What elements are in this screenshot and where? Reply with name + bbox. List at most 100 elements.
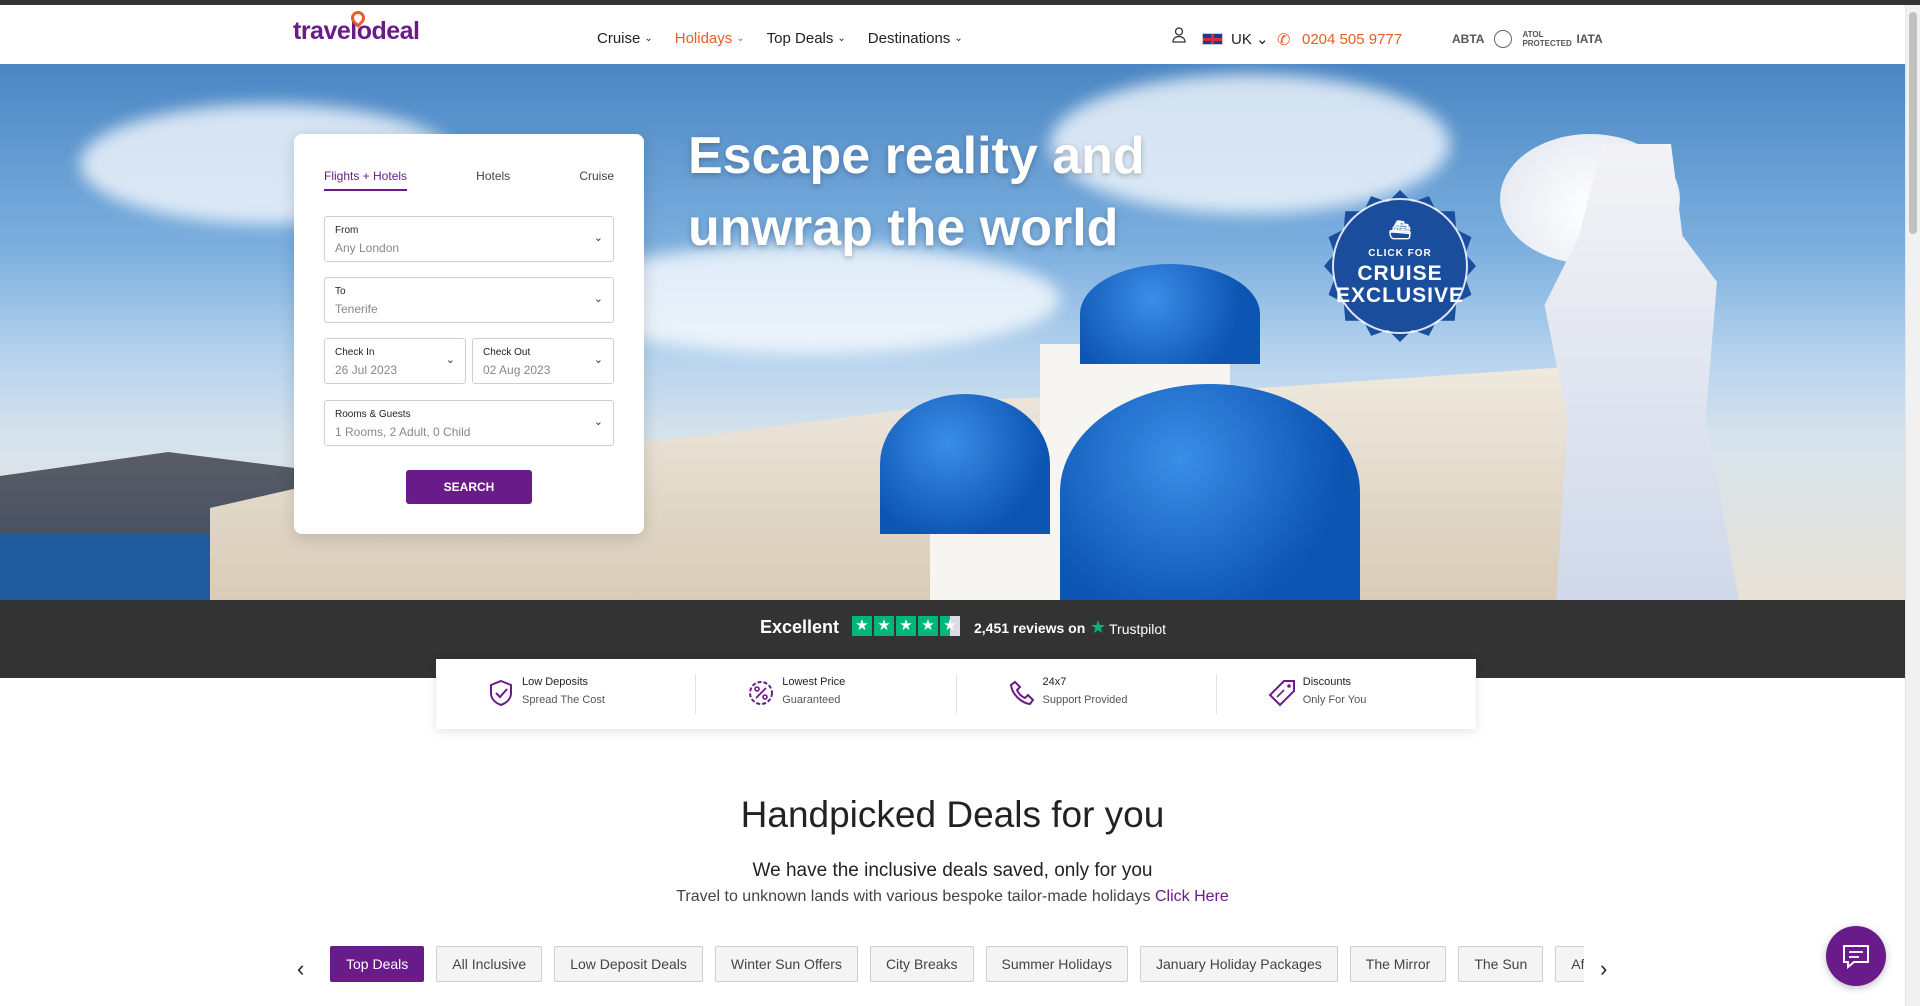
star-icon: ★ — [874, 616, 894, 636]
chevron-down-icon: ⌄ — [644, 33, 653, 44]
phone-icon — [1009, 680, 1034, 706]
nav-cruise[interactable]: Cruise ⌄ — [597, 30, 653, 47]
chevron-left-icon[interactable]: ‹ — [297, 956, 304, 982]
tab-cruise[interactable]: Cruise — [579, 169, 614, 191]
badge-line1: CRUISE — [1357, 262, 1443, 285]
feature-low-deposits: Low Deposits Spread The Cost — [436, 674, 697, 714]
check-in-label: Check In — [335, 347, 375, 358]
chip-top-deals[interactable]: Top Deals — [330, 946, 425, 982]
ship-icon: ⛴ — [1388, 220, 1412, 240]
travelodeal-logo[interactable]: travelodeal — [293, 8, 420, 46]
tab-hotels[interactable]: Hotels — [476, 169, 510, 191]
deal-category-chips: Top Deals All Inclusive Low Deposit Deal… — [330, 946, 1584, 984]
feature-subtitle: Only For You — [1302, 694, 1367, 706]
feature-title: Lowest Price — [782, 676, 846, 688]
chip-january-holiday-packages[interactable]: January Holiday Packages — [1140, 946, 1338, 982]
from-value: Any London — [335, 241, 400, 255]
check-out-label: Check Out — [483, 347, 531, 358]
search-tabs: Flights + Hotels Hotels Cruise — [324, 169, 614, 191]
chat-widget-button[interactable] — [1826, 926, 1886, 986]
chevron-down-icon: ⌄ — [593, 416, 603, 428]
deals-description-text: Travel to unknown lands with various bes… — [676, 888, 1151, 905]
to-select[interactable]: To Tenerife ⌄ — [324, 277, 614, 323]
hero-banner: Escape reality and unwrap the world ⛴ CL… — [0, 64, 1905, 600]
feature-title: Discounts — [1302, 676, 1352, 688]
feature-subtitle: Spread The Cost — [522, 694, 605, 706]
scrollbar-thumb[interactable] — [1909, 12, 1917, 234]
feature-title: 24x7 — [1042, 676, 1067, 688]
chevron-down-icon: ⌄ — [593, 354, 603, 366]
feature-support: 24x7 Support Provided — [957, 674, 1217, 714]
percent-badge-icon — [749, 681, 774, 705]
feature-strip: Low Deposits Spread The Cost Lowest Pric… — [436, 659, 1476, 729]
check-in-value: 26 Jul 2023 — [335, 363, 398, 377]
site-header: travelodeal Cruise ⌄ Holidays ⌄ Top Deals ⌄… — [0, 5, 1905, 64]
iata-logo: IATA — [1576, 32, 1603, 46]
chip-city-breaks[interactable]: City Breaks — [869, 946, 974, 982]
to-label: To — [335, 286, 346, 297]
abta-logo: ABTA — [1452, 32, 1485, 46]
chevron-down-icon: ⌄ — [593, 293, 603, 305]
chevron-down-icon: ⌄ — [837, 33, 846, 44]
deals-subtitle: We have the inclusive deals saved, only … — [752, 860, 1153, 881]
chevron-down-icon: ⌄ — [954, 33, 963, 44]
badge-line2: EXCLUSIVE — [1335, 284, 1465, 307]
chip-low-deposit-deals[interactable]: Low Deposit Deals — [554, 946, 703, 982]
half-star-icon: ★ — [940, 616, 960, 636]
feature-lowest-price: Lowest Price Guaranteed — [696, 674, 957, 714]
star-icon: ★ — [896, 616, 916, 636]
click-here-link[interactable]: Click Here — [1155, 888, 1229, 905]
to-value: Tenerife — [335, 302, 378, 316]
blue-dome — [1080, 264, 1260, 364]
from-select[interactable]: From Any London ⌄ — [324, 216, 614, 262]
check-in-field[interactable]: Check In 26 Jul 2023 ⌄ — [324, 338, 466, 384]
search-panel: Flights + Hotels Hotels Cruise From Any … — [294, 134, 644, 534]
review-count[interactable]: 2,451 reviews on — [974, 620, 1085, 636]
chip-all-inclusive[interactable]: All Inclusive — [436, 946, 543, 982]
nav-top-deals[interactable]: Top Deals ⌄ — [767, 30, 846, 47]
main-nav: Cruise ⌄ Holidays ⌄ Top Deals ⌄ Destination… — [597, 30, 963, 47]
check-out-field[interactable]: Check Out 02 Aug 2023 ⌄ — [472, 338, 614, 384]
uk-flag-icon[interactable] — [1202, 33, 1223, 45]
chip-winter-sun-offers[interactable]: Winter Sun Offers — [714, 946, 858, 982]
trustpilot-logo[interactable]: Trustpilot — [1109, 621, 1166, 637]
tab-flights-hotels[interactable]: Flights + Hotels — [324, 169, 408, 191]
user-account-icon[interactable] — [1172, 27, 1186, 43]
chevron-down-icon: ⌄ — [593, 232, 603, 244]
feature-title: Low Deposits — [522, 676, 589, 688]
chevron-down-icon: ⌄ — [1256, 31, 1269, 48]
star-icon: ★ — [852, 616, 872, 636]
deals-description: Travel to unknown lands with various bes… — [0, 888, 1905, 906]
large-blue-dome — [1060, 384, 1360, 600]
from-label: From — [335, 225, 359, 236]
trustpilot-stars: ★ ★ ★ ★ ★ — [852, 616, 960, 636]
chip-the-sun[interactable]: The Sun — [1458, 946, 1544, 982]
atol-logo: ATOL PROTECTED — [1522, 30, 1572, 48]
hero-title: Escape reality and unwrap the world — [688, 127, 1145, 257]
phone-icon: ✆ — [1277, 32, 1291, 49]
chevron-down-icon: ⌄ — [736, 33, 745, 44]
blue-arch — [880, 394, 1050, 534]
badge-small-text: CLICK FOR — [1368, 248, 1432, 259]
chip-affordable[interactable]: Affordabl — [1555, 946, 1584, 982]
phone-number-link[interactable]: 0204 505 9777 — [1302, 31, 1402, 48]
chip-the-mirror[interactable]: The Mirror — [1349, 946, 1447, 982]
chip-summer-holidays[interactable]: Summer Holidays — [985, 946, 1128, 982]
feature-subtitle: Support Provided — [1042, 694, 1128, 706]
check-out-value: 02 Aug 2023 — [483, 363, 551, 377]
chevron-down-icon: ⌄ — [445, 354, 455, 366]
nav-holidays[interactable]: Holidays ⌄ — [675, 30, 745, 47]
chevron-right-icon[interactable]: › — [1600, 956, 1607, 982]
accreditation-logos: ABTA ATOL PROTECTED IATA — [1452, 30, 1603, 48]
feature-subtitle: Guaranteed — [782, 694, 841, 706]
deals-heading: Handpicked Deals for you — [740, 794, 1165, 835]
search-button[interactable]: SEARCH — [406, 470, 532, 504]
rooms-guests-select[interactable]: Rooms & Guests 1 Rooms, 2 Adult, 0 Child… — [324, 400, 614, 446]
country-selector[interactable]: UK ⌄ — [1231, 30, 1269, 48]
cruise-exclusive-badge[interactable]: ⛴ CLICK FOR CRUISE EXCLUSIVE — [1324, 190, 1476, 342]
trustpilot-star-icon: ★ — [1090, 617, 1107, 637]
discount-tag-icon — [1268, 680, 1295, 707]
nav-destinations[interactable]: Destinations ⌄ — [868, 30, 963, 47]
atol-seal-icon — [1494, 30, 1513, 48]
feature-discounts: Discounts Only For You — [1217, 674, 1476, 714]
